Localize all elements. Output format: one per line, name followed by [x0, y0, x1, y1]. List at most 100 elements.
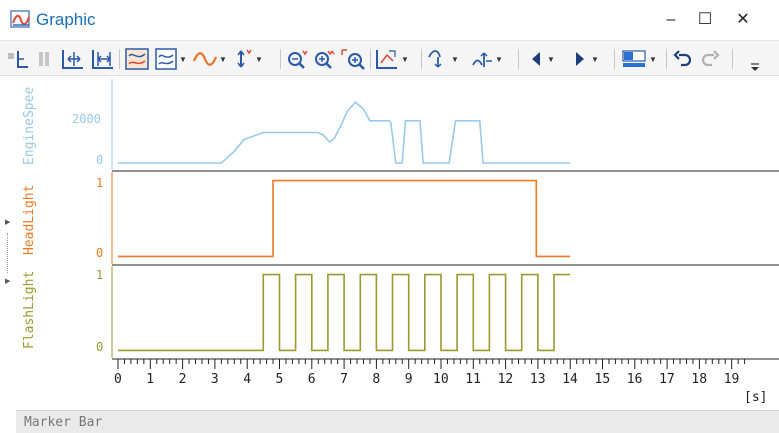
x-tick-label: 1: [146, 372, 154, 387]
x-tick-label: 19: [724, 372, 740, 387]
signal-name-label: FlashLight: [22, 271, 37, 349]
curve-style-icon: [192, 52, 218, 66]
toolbar: ▼ ▼ ▼ ▼ ▼ ▼ ▼ ▼ ▼: [0, 40, 779, 76]
zoom-out-button[interactable]: [285, 47, 309, 71]
marker-bar[interactable]: Marker Bar: [16, 410, 779, 433]
window-title: Graphic: [36, 10, 96, 29]
x-tick-label: 7: [340, 372, 348, 387]
next-icon: [576, 52, 584, 66]
curve-style-button[interactable]: ▼: [192, 47, 228, 71]
measure-1-icon: [428, 50, 442, 68]
x-tick-label: 11: [465, 372, 481, 387]
zoom-out-icon: [288, 50, 308, 69]
side-strip: ▶ ▶: [0, 77, 16, 433]
engine-speed-line[interactable]: [118, 100, 571, 164]
signal-layout-button[interactable]: [124, 47, 150, 71]
chevron-down-icon[interactable]: ▼: [450, 47, 460, 71]
toolbar-separator: [370, 49, 371, 69]
chevron-down-icon[interactable]: ▼: [178, 47, 188, 71]
y-tick-label: 0: [96, 246, 103, 260]
x-tick-label: 2: [179, 372, 187, 387]
x-tick-label: 14: [562, 372, 578, 387]
toolbar-separator: [421, 49, 422, 69]
toolbar-separator: [732, 49, 733, 69]
x-tick-label: 0: [114, 372, 122, 387]
chevron-down-icon[interactable]: ▼: [218, 47, 228, 71]
y-tick-label: 1: [96, 176, 103, 190]
undo-button[interactable]: [672, 47, 694, 71]
maximize-button[interactable]: ☐: [688, 8, 722, 32]
title-bar: Graphic – ☐ ✕: [0, 0, 779, 40]
signal-chart[interactable]: EngineSpee 2000 0 HeadLight 1 0 FlashLig…: [16, 77, 779, 408]
chevron-down-icon[interactable]: ▼: [590, 47, 600, 71]
expand-arrow-icon[interactable]: ▶: [5, 277, 10, 285]
measure-1-button[interactable]: ▼: [426, 47, 460, 71]
flashlight-line[interactable]: [118, 273, 571, 352]
minimize-button[interactable]: –: [654, 8, 688, 32]
x-tick-label: 13: [530, 372, 546, 387]
headlight-line[interactable]: [118, 179, 571, 258]
x-tick-label: 12: [498, 372, 514, 387]
chevron-down-icon[interactable]: ▼: [546, 47, 556, 71]
chevron-down-icon[interactable]: ▼: [254, 47, 264, 71]
undo-icon: [673, 50, 692, 67]
previous-icon: [532, 52, 540, 66]
zoom-region-button[interactable]: [340, 47, 366, 71]
zoom-in-button[interactable]: [312, 47, 336, 71]
close-button[interactable]: ✕: [726, 8, 760, 32]
y-tick-label: 0: [96, 153, 103, 167]
fit-x-button[interactable]: [60, 47, 86, 71]
chevron-down-icon[interactable]: ▼: [494, 47, 504, 71]
splitter-handle[interactable]: [7, 233, 9, 273]
signal-layout-icon: [125, 48, 149, 70]
zoom-region-icon: [341, 49, 365, 70]
x-tick-label: 16: [627, 372, 643, 387]
toolbar-separator: [614, 49, 615, 69]
axis-marker-button[interactable]: ▼: [234, 47, 264, 71]
plot-area[interactable]: EngineSpee 2000 0 HeadLight 1 0 FlashLig…: [16, 77, 779, 408]
measure-2-button[interactable]: ▼: [470, 47, 504, 71]
zoom-in-icon: [315, 50, 335, 69]
y-tick-label: 0: [96, 340, 103, 354]
fit-x-icon: [62, 50, 83, 69]
pause-icon: [39, 52, 49, 66]
x-axis-unit: [s]: [744, 390, 767, 405]
x-tick-label: 9: [405, 372, 413, 387]
chevron-down-icon[interactable]: ▼: [400, 47, 410, 71]
x-tick-label: 10: [433, 372, 449, 387]
signal-name-label: EngineSpee: [22, 87, 37, 165]
toolbar-separator: [280, 49, 281, 69]
x-tick-label: 6: [308, 372, 316, 387]
signal-name-label: HeadLight: [22, 185, 37, 255]
x-tick-label: 5: [276, 372, 284, 387]
signal-layout-2-button[interactable]: ▼: [154, 47, 188, 71]
x-tick-label: 17: [659, 372, 675, 387]
toolbar-overflow-button[interactable]: [748, 53, 762, 77]
x-tick-label: 18: [691, 372, 707, 387]
graphic-app-icon: [10, 10, 30, 28]
x-tick-label: 4: [243, 372, 251, 387]
previous-button[interactable]: ▼: [526, 47, 556, 71]
x-axis-ticks: 0 1 2 3 4 5 6 7 8 9 10 11 12 13 14 15 16 17 18 19: [114, 359, 746, 387]
x-tick-label: 8: [372, 372, 380, 387]
y-tick-label: 2000: [72, 112, 101, 126]
fit-all-button[interactable]: ▼: [374, 47, 410, 71]
pause-button[interactable]: [34, 47, 54, 71]
redo-button[interactable]: [699, 47, 721, 71]
toolbar-separator: [518, 49, 519, 69]
table-icon: [8, 51, 28, 68]
table-button[interactable]: [6, 47, 30, 71]
color-fill-button[interactable]: ▼: [620, 47, 658, 71]
expand-arrow-icon[interactable]: ▶: [5, 218, 10, 226]
x-tick-label: 15: [595, 372, 611, 387]
measure-2-icon: [472, 52, 492, 67]
x-tick-label: 3: [211, 372, 219, 387]
y-tick-label: 1: [96, 268, 103, 282]
chevron-down-icon[interactable]: ▼: [648, 47, 658, 71]
fit-all-icon: [376, 50, 397, 69]
axis-marker-icon: [237, 49, 252, 68]
fit-xy-button[interactable]: [90, 47, 116, 71]
redo-icon: [701, 50, 720, 67]
overflow-chevron-icon: [751, 63, 759, 71]
next-button[interactable]: ▼: [570, 47, 600, 71]
